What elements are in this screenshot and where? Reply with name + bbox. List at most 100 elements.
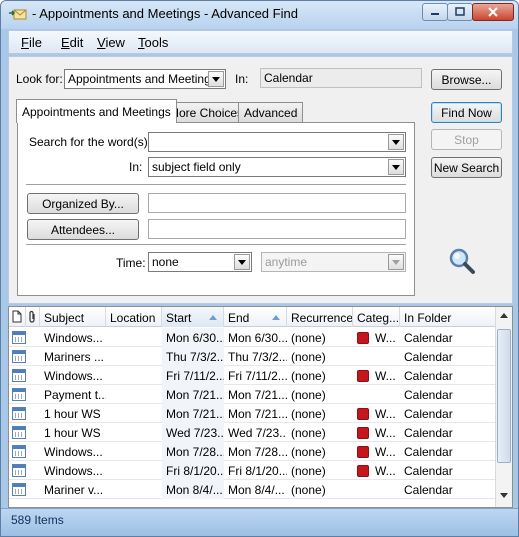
cell-location — [106, 442, 162, 461]
menu-file[interactable]: File — [21, 35, 42, 50]
divider — [26, 244, 406, 245]
scroll-down-icon[interactable] — [500, 493, 508, 498]
header-start-label: Start — [166, 311, 192, 325]
calendar-item-icon — [12, 445, 26, 458]
cell-category: W... — [353, 404, 400, 423]
cell-location — [106, 480, 162, 499]
search-words-input[interactable] — [148, 132, 406, 152]
category-label: W... — [375, 369, 396, 383]
tab-appointments-and-meetings[interactable]: Appointments and Meetings — [16, 99, 177, 123]
organized-by-button[interactable]: Organized By... — [27, 193, 139, 214]
cell-location — [106, 461, 162, 480]
results-header: Subject Location Start End Recurrence Ca… — [9, 307, 495, 327]
cell-location — [106, 366, 162, 385]
cell-folder: Calendar — [404, 464, 453, 478]
cell-end: Fri 8/1/20... — [228, 464, 287, 478]
cell-end: Mon 6/30... — [228, 331, 287, 345]
find-now-button[interactable]: Find Now — [431, 102, 502, 123]
new-search-button[interactable]: New Search — [431, 157, 502, 178]
scroll-up-icon[interactable] — [500, 313, 508, 318]
header-start[interactable]: Start — [162, 307, 224, 327]
category-color-icon — [357, 465, 369, 477]
cell-start: Wed 7/23... — [162, 423, 224, 442]
cell-location — [106, 347, 162, 366]
cell-recurrence: (none) — [291, 445, 326, 459]
tab-advanced[interactable]: Advanced — [238, 102, 304, 122]
table-row[interactable]: Windows... Fri 7/11/2... Fri 7/11/2... (non… — [9, 366, 495, 385]
header-location[interactable]: Location — [106, 307, 162, 327]
chevron-down-icon — [388, 134, 404, 150]
category-label: W... — [375, 426, 396, 440]
header-icon-column[interactable] — [9, 307, 26, 327]
header-subject[interactable]: Subject — [40, 307, 106, 327]
table-row[interactable]: Mariners ... Thu 7/3/2... Thu 7/3/2... (non… — [9, 347, 495, 366]
attendees-button[interactable]: Attendees... — [27, 219, 139, 240]
menu-edit[interactable]: Edit — [61, 35, 83, 50]
look-for-dropdown[interactable]: Appointments and Meetings — [64, 69, 226, 89]
cell-category: W... — [353, 442, 400, 461]
time-value: none — [152, 255, 179, 269]
calendar-item-icon — [12, 369, 26, 382]
cell-folder: Calendar — [404, 369, 453, 383]
cell-location — [106, 404, 162, 423]
menu-view[interactable]: View — [97, 35, 125, 50]
stop-button: Stop — [431, 129, 502, 150]
cell-end: Mon 7/21... — [228, 407, 287, 421]
table-row[interactable]: 1 hour WS Wed 7/23... Wed 7/23... (none) W..… — [9, 423, 495, 442]
calendar-item-icon — [12, 464, 26, 477]
minimize-button[interactable] — [422, 3, 448, 21]
category-color-icon — [357, 427, 369, 439]
cell-recurrence: (none) — [291, 426, 326, 440]
table-row[interactable]: Mariner v... Mon 8/4/... Mon 8/4/... (none)… — [9, 480, 495, 499]
close-icon — [488, 7, 498, 17]
cell-recurrence: (none) — [291, 464, 326, 478]
cell-folder: Calendar — [404, 426, 453, 440]
maximize-button[interactable] — [447, 3, 473, 21]
in-field-dropdown[interactable]: subject field only — [148, 157, 406, 177]
calendar-item-icon — [12, 331, 26, 344]
table-row[interactable]: Windows... Mon 6/30... Mon 6/30... (none) W.… — [9, 328, 495, 347]
time-range-value: anytime — [265, 255, 308, 269]
search-words-label: Search for the word(s): — [29, 135, 152, 149]
header-recurrence[interactable]: Recurrence — [287, 307, 353, 327]
cell-folder: Calendar — [404, 445, 453, 459]
header-attachment-column[interactable] — [26, 307, 40, 327]
scrollbar-thumb[interactable] — [497, 329, 511, 463]
browse-button[interactable]: Browse... — [431, 69, 502, 90]
header-in-folder[interactable]: In Folder — [400, 307, 495, 327]
cell-start: Mon 8/4/... — [162, 480, 224, 499]
cell-start: Thu 7/3/2... — [162, 347, 224, 366]
table-row[interactable]: Windows... Fri 8/1/20... Fri 8/1/20... (non… — [9, 461, 495, 480]
table-row[interactable]: Payment t... Mon 7/21... Mon 7/21... (none)… — [9, 385, 495, 404]
menu-bar: File Edit View Tools — [8, 30, 513, 54]
in-label: In: — [235, 72, 249, 86]
calendar-item-icon — [12, 388, 26, 401]
header-categories[interactable]: Categ... — [353, 307, 400, 327]
cell-category: W... — [353, 461, 400, 480]
cell-category — [353, 385, 400, 404]
close-button[interactable] — [472, 3, 514, 21]
category-color-icon — [357, 332, 369, 344]
table-row[interactable]: Windows... Mon 7/28... Mon 7/28... (none) W.… — [9, 442, 495, 461]
attendees-field[interactable] — [148, 219, 406, 239]
minimize-icon — [431, 13, 439, 15]
time-label: Time: — [116, 256, 146, 270]
organized-by-field[interactable] — [148, 193, 406, 213]
cell-subject: Windows... — [44, 464, 103, 478]
calendar-item-icon — [12, 426, 26, 439]
cell-start: Mon 6/30... — [162, 328, 224, 347]
status-bar: 589 Items — [1, 508, 518, 536]
menu-tools[interactable]: Tools — [138, 35, 168, 50]
cell-start: Fri 7/11/2... — [162, 366, 224, 385]
cell-subject: 1 hour WS — [44, 407, 101, 421]
vertical-scrollbar[interactable] — [495, 307, 512, 507]
cell-recurrence: (none) — [291, 388, 326, 402]
chevron-down-icon — [234, 254, 250, 270]
tab-panel: Search for the word(s): In: subject fiel… — [17, 122, 415, 296]
chevron-down-icon — [208, 71, 224, 87]
header-end[interactable]: End — [224, 307, 287, 327]
sort-ascending-icon — [209, 315, 217, 320]
table-row[interactable]: 1 hour WS Mon 7/21... Mon 7/21... (none) W..… — [9, 404, 495, 423]
time-dropdown[interactable]: none — [148, 252, 252, 272]
cell-category — [353, 480, 400, 499]
